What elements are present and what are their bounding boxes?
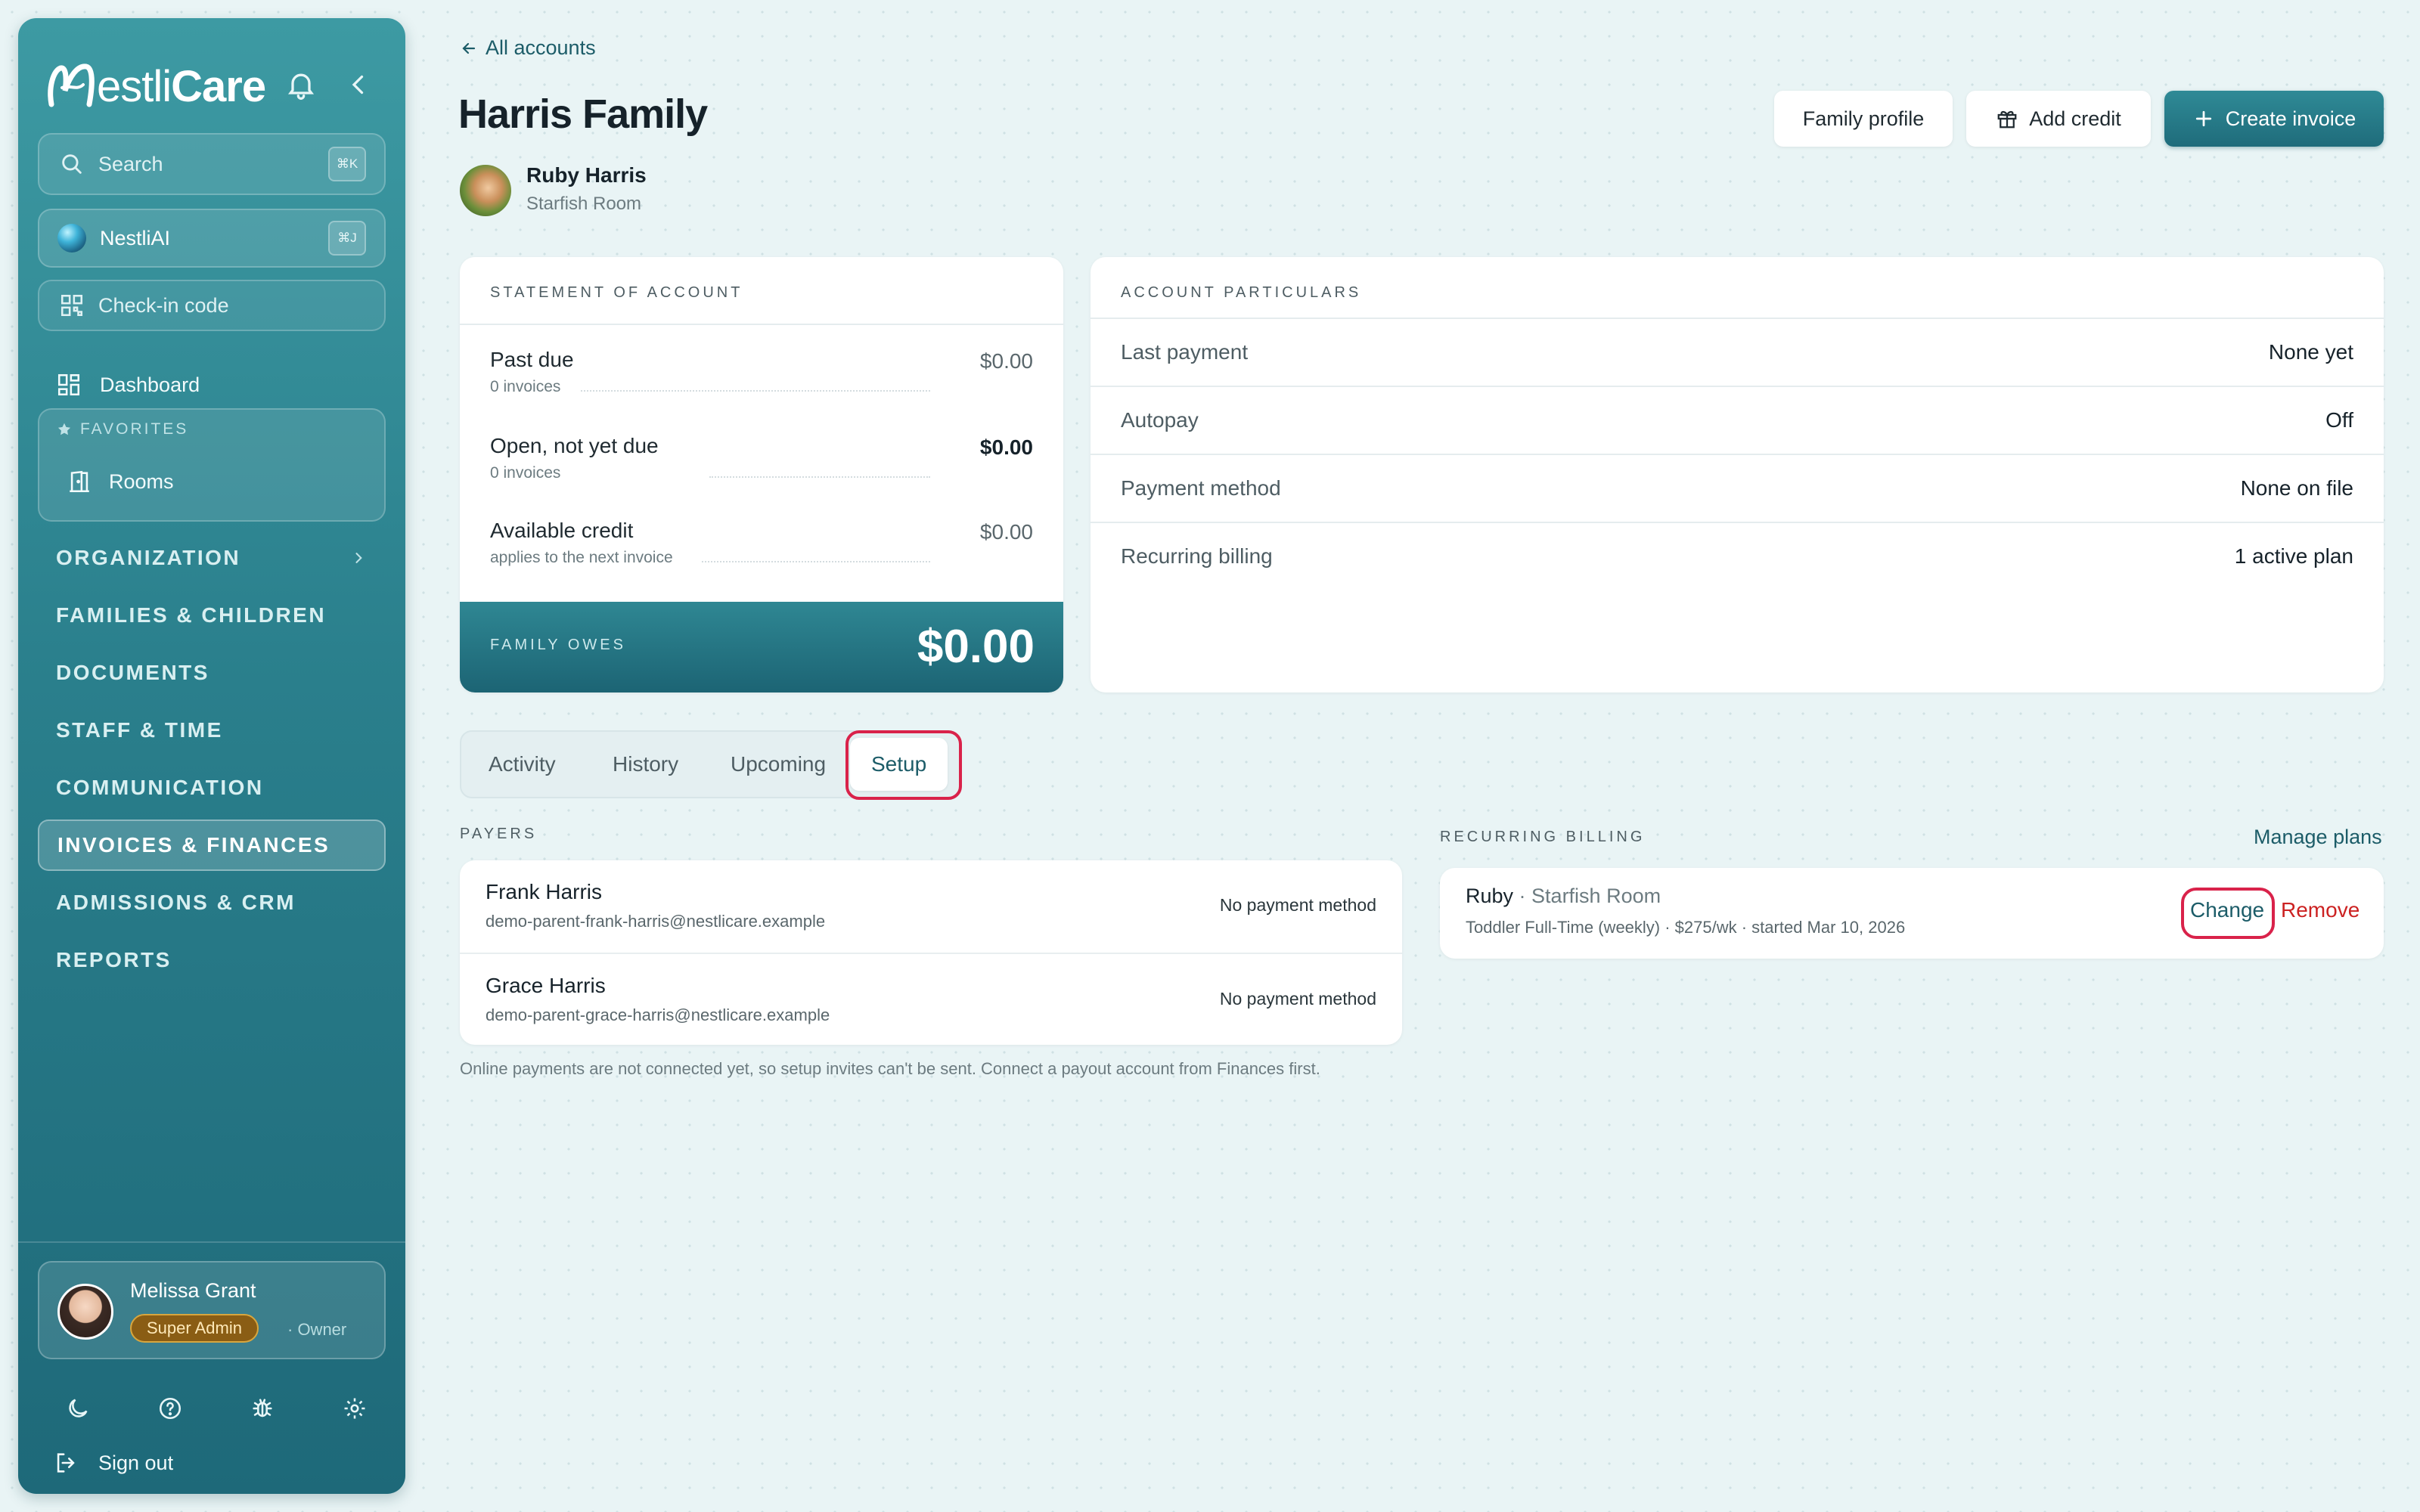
particular-row-recurring-billing: Recurring billing 1 active plan	[1091, 522, 2384, 590]
gift-icon	[1997, 110, 2017, 129]
tab-setup[interactable]: Setup	[850, 738, 948, 791]
plus-icon	[2195, 110, 2211, 127]
favorites-section: FAVORITES Rooms	[38, 408, 386, 522]
role-badge: Super Admin	[130, 1314, 259, 1343]
bell-icon[interactable]	[284, 68, 318, 101]
dotted-leader	[581, 390, 930, 392]
brand-name: estliCare	[97, 61, 266, 111]
particular-row-last-payment: Last payment None yet	[1091, 318, 2384, 386]
plan-child: Ruby · Starfish Room	[1466, 885, 1661, 907]
nestliai-icon	[57, 224, 86, 253]
sidebar-item-dashboard[interactable]: Dashboard	[56, 372, 200, 398]
brand-logo[interactable]: estliCare	[44, 57, 266, 115]
favorite-rooms-label: Rooms	[109, 469, 174, 493]
nestliai-label: NestliAI	[100, 226, 171, 249]
dotted-leader	[709, 476, 930, 478]
payer-row[interactable]: Grace Harris demo-parent-grace-harris@ne…	[460, 953, 1402, 1045]
page-title: Harris Family	[458, 91, 708, 137]
qr-code-icon	[60, 294, 83, 317]
favorites-heading: FAVORITES	[56, 420, 188, 438]
moon-icon[interactable]	[65, 1396, 91, 1421]
particular-row-autopay: Autopay Off	[1091, 386, 2384, 454]
user-avatar	[57, 1284, 113, 1340]
collapse-sidebar-icon[interactable]	[345, 71, 372, 98]
nestliai-shortcut: ⌘J	[328, 221, 366, 256]
add-credit-button[interactable]: Add credit	[1966, 91, 2151, 147]
payer-row[interactable]: Frank Harris demo-parent-frank-harris@ne…	[460, 860, 1402, 953]
star-icon	[57, 423, 71, 435]
change-plan-button[interactable]: Change	[2190, 898, 2264, 922]
sidebar-item-communication[interactable]: COMMUNICATION	[38, 762, 386, 813]
payers-list: Frank Harris demo-parent-frank-harris@ne…	[460, 860, 1402, 1045]
nestliai-button[interactable]: NestliAI ⌘J	[38, 209, 386, 268]
particular-row-payment-method: Payment method None on file	[1091, 454, 2384, 522]
search-shortcut: ⌘K	[328, 147, 366, 181]
plan-detail: Toddler Full-Time (weekly) · $275/wk · s…	[1466, 918, 1906, 937]
statement-heading: STATEMENT OF ACCOUNT	[490, 284, 743, 301]
child-room: Starfish Room	[526, 194, 642, 214]
particulars-heading: ACCOUNT PARTICULARS	[1121, 284, 1362, 301]
gear-icon[interactable]	[342, 1396, 368, 1421]
dashboard-label: Dashboard	[100, 373, 200, 396]
door-icon	[70, 470, 89, 493]
family-profile-button[interactable]: Family profile	[1774, 91, 1953, 147]
remove-plan-button[interactable]: Remove	[2281, 898, 2360, 922]
sidebar-search[interactable]: Search ⌘K	[38, 133, 386, 195]
payers-heading: PAYERS	[460, 826, 538, 842]
user-card[interactable]: Melissa Grant Super Admin · Owner	[38, 1261, 386, 1359]
tab-upcoming[interactable]: Upcoming	[731, 732, 826, 797]
sidebar-item-reports[interactable]: REPORTS	[38, 934, 386, 986]
payments-not-connected-note: Online payments are not connected yet, s…	[460, 1059, 1320, 1078]
statement-row-credit: Available credit applies to the next inv…	[490, 519, 1033, 566]
dashboard-icon	[57, 373, 80, 396]
search-label: Search	[98, 152, 163, 175]
child-avatar	[460, 165, 511, 216]
role-subtitle: · Owner	[287, 1320, 347, 1339]
manage-plans-link[interactable]: Manage plans	[2254, 826, 2382, 849]
utility-toolbar	[65, 1396, 368, 1421]
create-invoice-button[interactable]: Create invoice	[2164, 91, 2384, 147]
search-icon	[62, 154, 82, 174]
statement-divider	[460, 324, 1063, 325]
child-name[interactable]: Ruby Harris	[526, 163, 647, 187]
sidebar-item-admissions-crm[interactable]: ADMISSIONS & CRM	[38, 877, 386, 928]
family-owes-value: $0.00	[917, 621, 1035, 673]
help-icon[interactable]	[157, 1396, 183, 1421]
recurring-billing-heading: RECURRING BILLING	[1440, 829, 1646, 845]
favorite-item-rooms[interactable]: Rooms	[67, 469, 174, 494]
statement-of-account-card: STATEMENT OF ACCOUNT Past due 0 invoices…	[460, 257, 1063, 692]
tab-history[interactable]: History	[613, 732, 678, 797]
bug-icon[interactable]	[250, 1396, 275, 1421]
user-name: Melissa Grant	[130, 1279, 256, 1302]
sidebar-item-documents[interactable]: DOCUMENTS	[38, 647, 386, 699]
sidebar-item-organization[interactable]: ORGANIZATION	[38, 532, 386, 584]
statement-row-past-due: Past due 0 invoices $0.00	[490, 348, 1033, 395]
sidebar-divider	[18, 1241, 405, 1243]
checkin-code-button[interactable]: Check-in code	[38, 280, 386, 331]
sidebar: estliCare Search ⌘K NestliAI ⌘J Check-in…	[18, 18, 405, 1494]
arrow-left-icon	[462, 42, 476, 54]
account-particulars-card: ACCOUNT PARTICULARS Last payment None yet…	[1091, 257, 2384, 692]
sidebar-item-staff-time[interactable]: STAFF & TIME	[38, 705, 386, 756]
account-tabs: Activity History Upcoming Setup	[460, 730, 960, 798]
tab-activity[interactable]: Activity	[489, 732, 556, 797]
back-to-all-accounts-link[interactable]: All accounts	[460, 36, 596, 60]
sign-out-label: Sign out	[98, 1451, 174, 1474]
nestlicare-logo-icon	[48, 64, 95, 107]
chevron-right-icon	[355, 553, 362, 563]
sidebar-item-invoices-finances[interactable]: INVOICES & FINANCES	[38, 820, 386, 871]
family-owes-bar: FAMILY OWES $0.00	[460, 602, 1063, 692]
sign-out-icon	[57, 1453, 75, 1473]
checkin-label: Check-in code	[98, 293, 229, 317]
family-owes-label: FAMILY OWES	[490, 637, 626, 653]
sidebar-item-families-children[interactable]: FAMILIES & CHILDREN	[38, 590, 386, 641]
sign-out-button[interactable]: Sign out	[53, 1450, 173, 1476]
dotted-leader	[702, 561, 930, 562]
statement-row-open: Open, not yet due 0 invoices $0.00	[490, 434, 1033, 482]
